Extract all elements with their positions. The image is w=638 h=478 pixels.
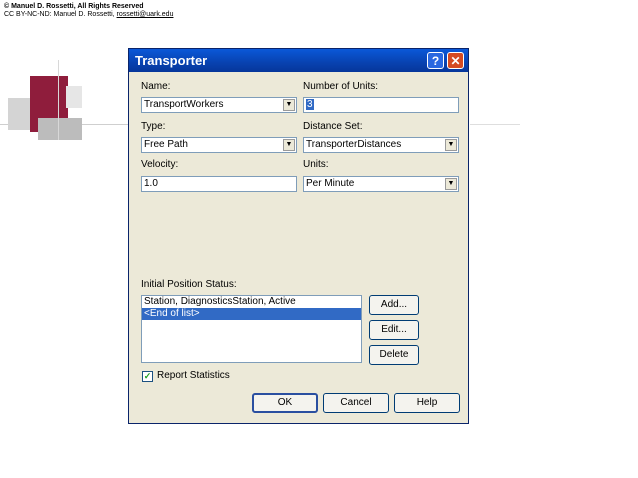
dialog-title: Transporter [135, 53, 208, 68]
type-combo[interactable]: Free Path ▼ [141, 137, 297, 153]
copyright-notice: © Manuel D. Rossetti, All Rights Reserve… [4, 3, 173, 19]
list-item[interactable]: <End of list> [142, 308, 361, 320]
units-value: Per Minute [306, 178, 355, 189]
license-text: CC BY-NC-ND: Manuel D. Rossetti, [4, 11, 117, 18]
distance-set-value: TransporterDistances [306, 139, 402, 150]
report-statistics-checkbox[interactable]: ✓ [142, 371, 153, 382]
units-count-input[interactable]: 3 [303, 97, 459, 113]
name-combo[interactable]: TransportWorkers ▼ [141, 97, 297, 113]
initial-position-label: Initial Position Status: [141, 279, 237, 290]
copyright-line: © Manuel D. Rossetti, All Rights Reserve… [4, 3, 144, 10]
report-statistics-label: Report Statistics [157, 370, 230, 381]
distance-set-combo[interactable]: TransporterDistances ▼ [303, 137, 459, 153]
type-label: Type: [141, 121, 166, 132]
chevron-down-icon[interactable]: ▼ [283, 99, 295, 111]
name-value: TransportWorkers [144, 99, 224, 110]
decorative-square [66, 86, 82, 108]
email-link[interactable]: rossetti@uark.edu [117, 11, 174, 18]
decorative-line [58, 60, 59, 140]
units-combo[interactable]: Per Minute ▼ [303, 176, 459, 192]
velocity-label: Velocity: [141, 159, 179, 170]
units-label: Units: [303, 159, 329, 170]
license-line: CC BY-NC-ND: Manuel D. Rossetti, rossett… [4, 11, 173, 19]
add-button[interactable]: Add... [369, 295, 419, 315]
velocity-input[interactable]: 1.0 [141, 176, 297, 192]
name-label: Name: [141, 81, 171, 92]
ok-button[interactable]: OK [252, 393, 318, 413]
list-item[interactable]: Station, DiagnosticsStation, Active [142, 296, 361, 308]
edit-button[interactable]: Edit... [369, 320, 419, 340]
chevron-down-icon[interactable]: ▼ [283, 139, 295, 151]
distance-set-label: Distance Set: [303, 121, 363, 132]
type-value: Free Path [144, 139, 188, 150]
initial-position-list[interactable]: Station, DiagnosticsStation, Active <End… [141, 295, 362, 363]
title-bar[interactable]: Transporter ? ✕ [129, 49, 468, 72]
units-count-label: Number of Units: [303, 81, 379, 92]
decorative-line [470, 124, 520, 125]
help-title-button[interactable]: ? [427, 52, 444, 69]
help-button[interactable]: Help [394, 393, 460, 413]
chevron-down-icon[interactable]: ▼ [445, 139, 457, 151]
cancel-button[interactable]: Cancel [323, 393, 389, 413]
transporter-dialog: Transporter ? ✕ Name: TransportWorkers ▼… [128, 48, 469, 424]
decorative-square [38, 118, 82, 140]
velocity-value: 1.0 [144, 178, 158, 189]
close-button[interactable]: ✕ [447, 52, 464, 69]
delete-button[interactable]: Delete [369, 345, 419, 365]
units-count-value: 3 [306, 99, 314, 110]
chevron-down-icon[interactable]: ▼ [445, 178, 457, 190]
